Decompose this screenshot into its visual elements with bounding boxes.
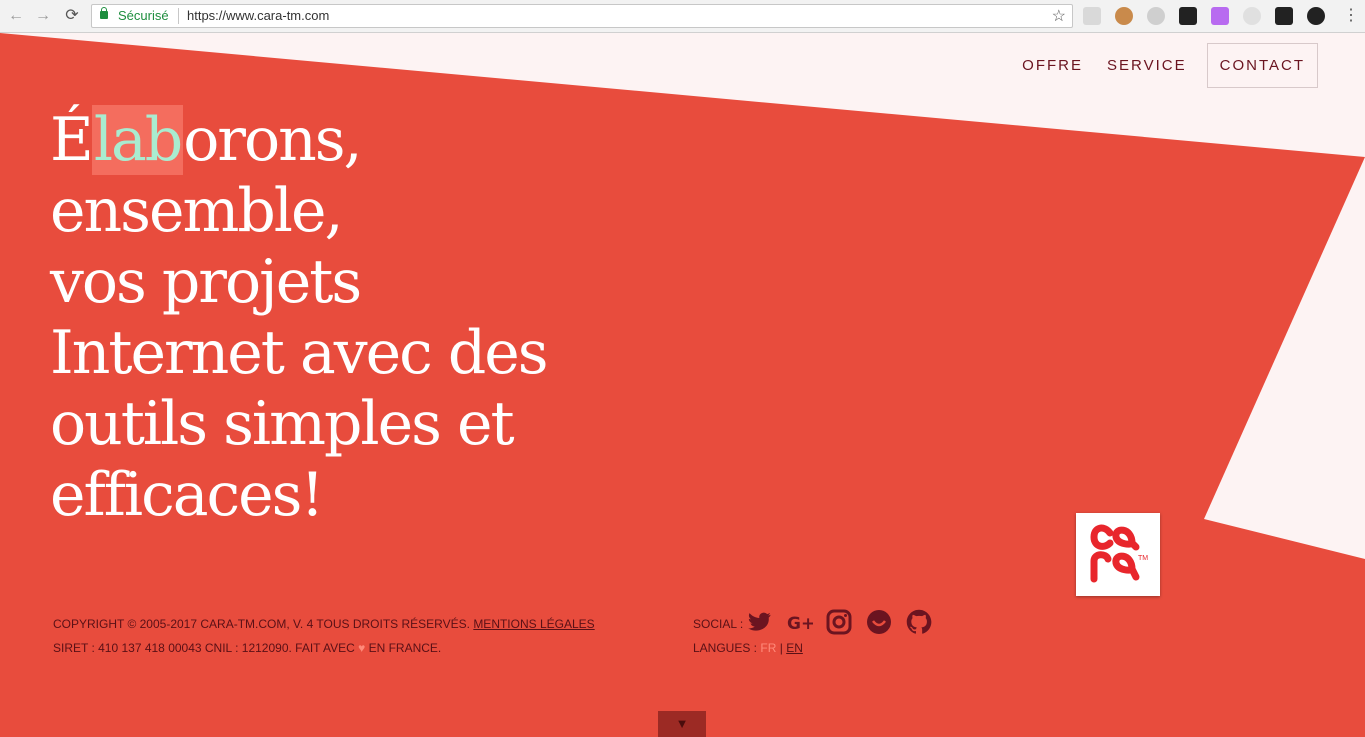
lock-icon (100, 7, 108, 19)
stack-extension-icon[interactable] (1179, 7, 1197, 25)
page-content: OFFRE SERVICE CONTACT Élaborons, ensembl… (0, 33, 1365, 737)
reload-icon[interactable]: ⟳ (62, 6, 82, 26)
langues-label: LANGUES : (693, 641, 758, 655)
cara-logo[interactable]: TM (1076, 513, 1160, 596)
heart-icon: ♥ (358, 641, 366, 655)
siret-line: SIRET : 410 137 418 00043 CNIL : 1212090… (53, 636, 595, 660)
back-icon[interactable]: ← (6, 6, 26, 26)
forward-icon[interactable]: → (33, 6, 53, 26)
legal-link[interactable]: MENTIONS LÉGALES (473, 617, 594, 631)
a-extension-icon[interactable] (1275, 7, 1293, 25)
lang-en[interactable]: EN (786, 641, 803, 655)
footer-info: COPYRIGHT © 2005-2017 CARA-TM.COM, V. 4 … (53, 612, 595, 660)
smile-icon[interactable] (865, 608, 893, 636)
twitter-icon[interactable] (745, 608, 773, 636)
nav-service[interactable]: SERVICE (1095, 44, 1199, 87)
gear-extension-icon[interactable] (1147, 7, 1165, 25)
social-label: SOCIAL : (693, 617, 744, 631)
copyright-text: COPYRIGHT © 2005-2017 CARA-TM.COM, V. 4 … (53, 617, 470, 631)
hero-line-6: efficaces! (50, 460, 324, 530)
nav-offre[interactable]: OFFRE (1010, 44, 1095, 87)
main-nav: OFFRE SERVICE CONTACT (1010, 43, 1318, 88)
svg-text:G+: G+ (787, 614, 813, 634)
browser-menu-icon[interactable]: ⋮ (1343, 5, 1359, 25)
hero-line-2: ensemble, (50, 176, 344, 246)
hero-line-5: outils simples et (50, 389, 515, 459)
siret-text: SIRET : 410 137 418 00043 CNIL : 1212090… (53, 641, 355, 655)
social-section: SOCIAL : G+ LANGUES : FR | EN (693, 609, 932, 660)
hero-line-3: vos projets (50, 247, 362, 317)
bookmark-star-icon[interactable]: ☆ (1052, 6, 1066, 26)
lang-fr[interactable]: FR (760, 641, 776, 655)
hero-line-4: Internet avec des (50, 318, 549, 388)
hero-line-1: Élaborons, (50, 105, 547, 176)
pdf-extension-icon[interactable] (1083, 7, 1101, 25)
gradient-extension-icon[interactable] (1211, 7, 1229, 25)
scroll-down-button[interactable]: ▼ (658, 711, 706, 737)
copyright-line: COPYRIGHT © 2005-2017 CARA-TM.COM, V. 4 … (53, 612, 595, 636)
hero-heading: Élaborons, ensemble, vos projets Interne… (50, 105, 549, 531)
location-extension-icon[interactable] (1307, 7, 1325, 25)
browser-toolbar: ← → ⟳ Sécurisé https://www.cara-tm.com ☆… (0, 0, 1365, 33)
hero-line-1-pre: É (50, 105, 94, 175)
circle-extension-icon[interactable] (1243, 7, 1261, 25)
hero-highlight: lab (91, 105, 183, 175)
secure-label: Sécurisé (118, 8, 169, 23)
dog-extension-icon[interactable] (1115, 7, 1133, 25)
hero-line-1-post: orons, (183, 105, 362, 175)
language-line: LANGUES : FR | EN (693, 636, 803, 660)
nav-contact[interactable]: CONTACT (1206, 43, 1318, 88)
social-icons: G+ (745, 608, 933, 636)
address-separator (178, 8, 179, 24)
url-text[interactable]: https://www.cara-tm.com (187, 8, 329, 23)
github-icon[interactable] (905, 608, 933, 636)
lang-separator: | (779, 641, 783, 655)
google-plus-icon[interactable]: G+ (785, 608, 815, 636)
instagram-icon[interactable] (825, 608, 853, 636)
en-france-text: EN FRANCE. (368, 641, 442, 655)
address-bar[interactable]: Sécurisé https://www.cara-tm.com ☆ (91, 4, 1073, 28)
trademark-text: TM (1138, 555, 1149, 562)
